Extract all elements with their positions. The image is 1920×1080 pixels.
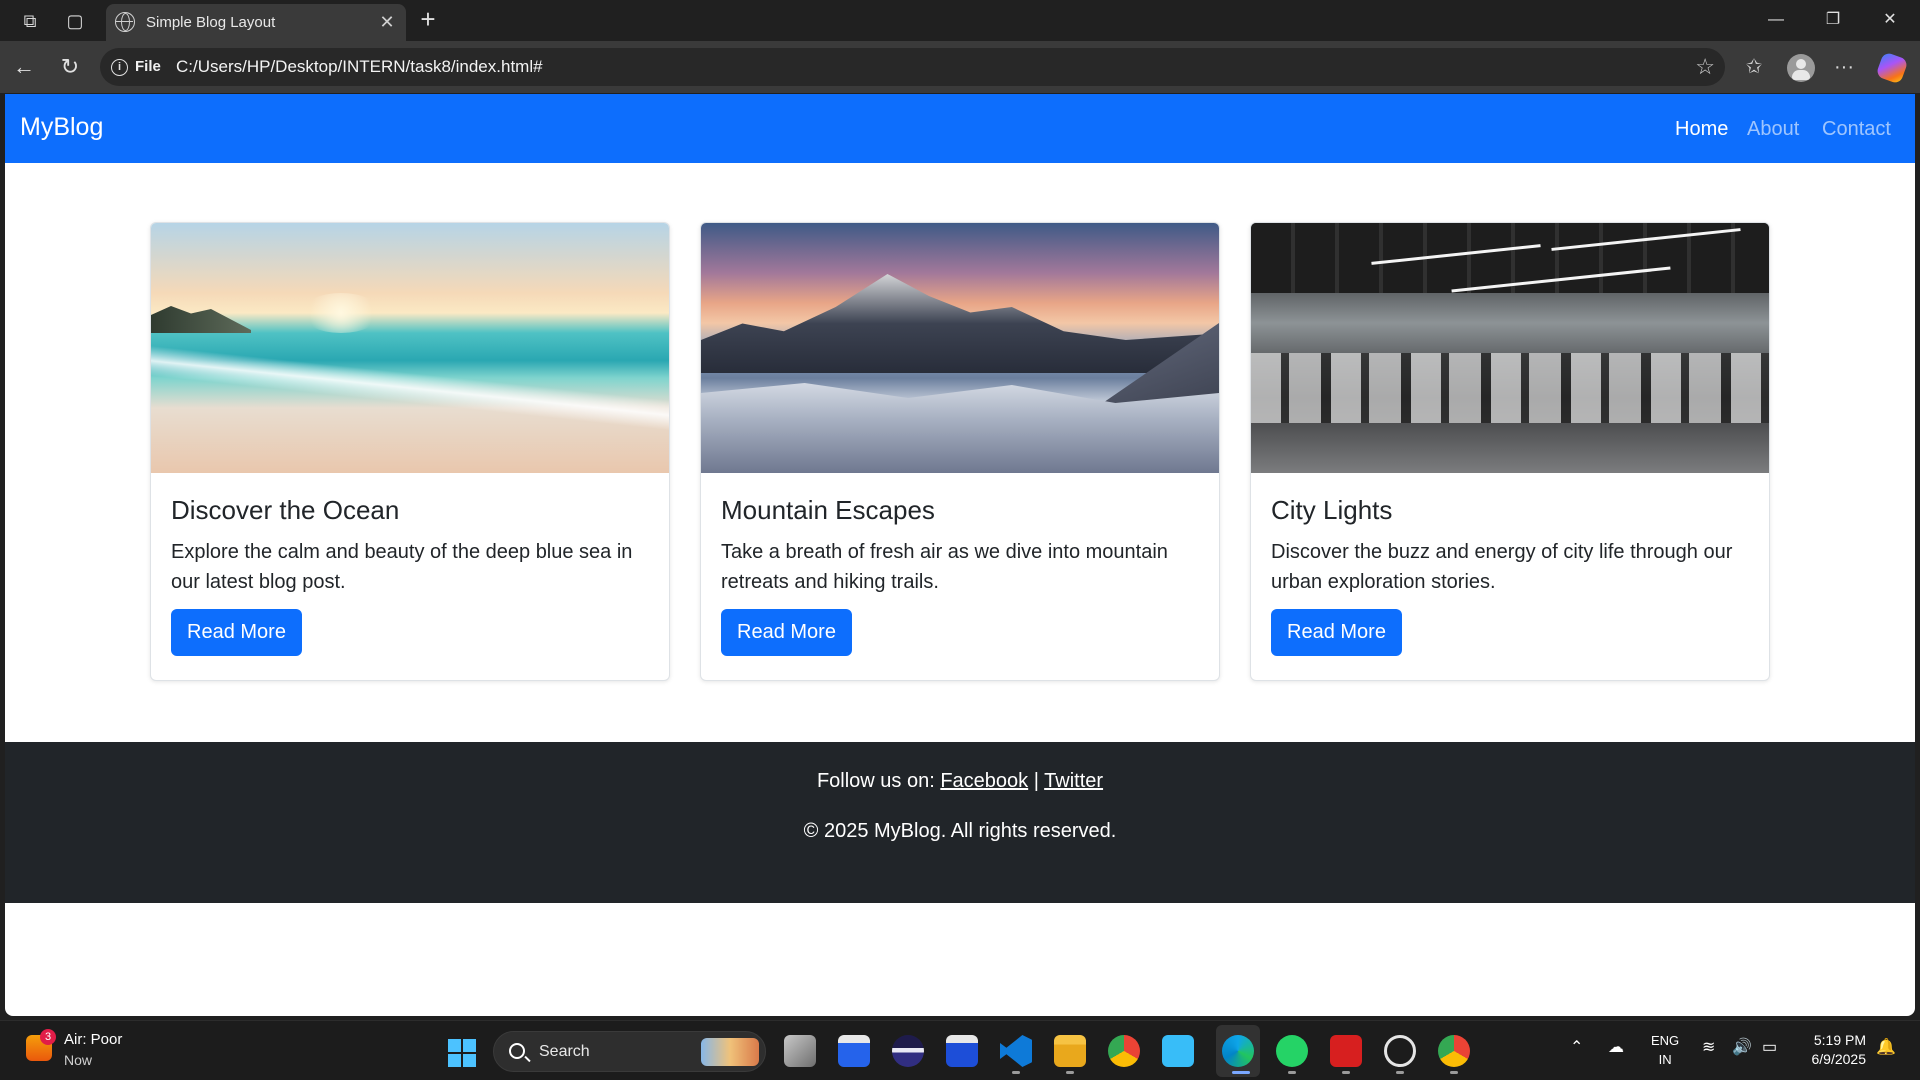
city-image — [1251, 223, 1769, 473]
read-more-button[interactable]: Read More — [171, 609, 302, 656]
store-window-icon[interactable] — [946, 1035, 978, 1067]
card-title: Discover the Ocean — [171, 495, 400, 525]
battery-icon[interactable]: ▭ — [1762, 1037, 1777, 1057]
file-explorer-icon[interactable] — [1054, 1035, 1086, 1067]
site-footer: Follow us on: Facebook | Twitter © 2025 … — [5, 742, 1915, 903]
vertical-tabs-icon[interactable]: ▢ — [62, 8, 88, 34]
follow-label: Follow us on: — [816, 770, 935, 792]
chatgpt-icon[interactable] — [1384, 1035, 1416, 1067]
weather-subtitle: Now — [64, 1052, 93, 1068]
nav-about[interactable]: About — [1747, 118, 1799, 141]
url-text[interactable]: C:/Users/HP/Desktop/INTERN/task8/index.h… — [176, 57, 543, 77]
info-icon[interactable]: i — [111, 59, 128, 76]
eclipse-icon[interactable] — [892, 1035, 924, 1067]
address-bar-row: ← ↻ i File C:/Users/HP/Desktop/INTERN/ta… — [0, 41, 1920, 93]
blog-card-city: City Lights Discover the buzz and energy… — [1250, 222, 1770, 681]
search-icon — [509, 1043, 525, 1059]
globe-icon — [115, 12, 135, 32]
language-code: ENG — [1651, 1033, 1680, 1048]
read-more-button[interactable]: Read More — [721, 609, 852, 656]
close-tab-icon[interactable]: ✕ — [376, 11, 398, 33]
card-title: City Lights — [1271, 495, 1393, 525]
browser-tab-bar: ⧉ ▢ Simple Blog Layout ✕ + — ❐ ✕ — [0, 0, 1920, 41]
search-highlight-image — [701, 1038, 759, 1066]
site-navbar: MyBlog Home About Contact — [5, 94, 1915, 163]
acrobat-icon[interactable] — [1330, 1035, 1362, 1067]
taskbar-search[interactable]: Search — [493, 1031, 766, 1072]
card-title: Mountain Escapes — [721, 495, 935, 525]
back-button[interactable]: ← — [10, 53, 38, 81]
region-code: IN — [1658, 1052, 1672, 1067]
workspaces-icon[interactable]: ⧉ — [17, 8, 43, 34]
task-view-icon[interactable] — [784, 1035, 816, 1067]
read-more-button[interactable]: Read More — [1271, 609, 1402, 656]
facebook-link[interactable]: Facebook — [940, 770, 1028, 792]
favorites-icon[interactable]: ✩ — [1740, 53, 1768, 81]
notepad-icon[interactable] — [1162, 1035, 1194, 1067]
card-text: Explore the calm and beauty of the deep … — [171, 541, 633, 593]
clock[interactable]: 5:19 PM 6/9/2025 — [1804, 1031, 1867, 1069]
clock-date: 6/9/2025 — [1811, 1051, 1867, 1067]
restore-button[interactable]: ❐ — [1813, 6, 1853, 34]
blog-card-ocean: Discover the Ocean Explore the calm and … — [150, 222, 670, 681]
vscode-icon[interactable] — [1000, 1035, 1032, 1067]
language-indicator[interactable]: ENG IN — [1651, 1031, 1679, 1069]
whatsapp-icon[interactable] — [1276, 1035, 1308, 1067]
follow-line: Follow us on: Facebook | Twitter — [5, 770, 1915, 793]
more-options-icon[interactable]: ··· — [1830, 53, 1858, 81]
footer-separator: | — [1033, 770, 1039, 792]
search-label: Search — [539, 1043, 590, 1060]
windows-taskbar: 3 Air: Poor Now Search ⌃ ☁ ENG IN ≋ 🔊 ▭ … — [0, 1020, 1920, 1080]
minimize-button[interactable]: — — [1756, 6, 1796, 34]
favorite-star-icon[interactable]: ☆ — [1695, 54, 1715, 80]
chrome-profile-icon[interactable] — [1438, 1035, 1470, 1067]
card-text: Discover the buzz and energy of city lif… — [1271, 541, 1733, 593]
chevron-up-icon[interactable]: ⌃ — [1570, 1037, 1583, 1057]
refresh-button[interactable]: ↻ — [56, 53, 84, 81]
browser-tab[interactable]: Simple Blog Layout ✕ — [106, 4, 406, 41]
edge-icon[interactable] — [1222, 1035, 1254, 1067]
nav-contact[interactable]: Contact — [1822, 118, 1891, 141]
start-button[interactable] — [448, 1039, 476, 1067]
clock-time: 5:19 PM — [1813, 1032, 1866, 1048]
chrome-icon[interactable] — [1108, 1035, 1140, 1067]
mountain-image — [701, 223, 1219, 473]
weather-title[interactable]: Air: Poor — [64, 1031, 122, 1048]
card-text: Take a breath of fresh air as we dive in… — [721, 541, 1168, 593]
wifi-icon[interactable]: ≋ — [1702, 1037, 1715, 1057]
ocean-image — [151, 223, 669, 473]
cloud-offline-icon[interactable]: ☁ — [1608, 1037, 1624, 1057]
page-viewport: MyBlog Home About Contact Discover the O… — [5, 94, 1915, 1016]
tab-title: Simple Blog Layout — [146, 14, 276, 31]
volume-icon[interactable]: 🔊 — [1732, 1037, 1752, 1057]
weather-badge: 3 — [40, 1029, 56, 1045]
app-window-icon[interactable] — [838, 1035, 870, 1067]
notification-bell-icon[interactable]: 🔔 — [1876, 1037, 1896, 1057]
blog-card-mountain: Mountain Escapes Take a breath of fresh … — [700, 222, 1220, 681]
close-window-button[interactable]: ✕ — [1870, 6, 1910, 34]
site-brand[interactable]: MyBlog — [20, 113, 103, 142]
url-scheme-label: File — [135, 58, 161, 75]
copyright-text: © 2025 MyBlog. All rights reserved. — [803, 820, 1117, 842]
twitter-link[interactable]: Twitter — [1044, 770, 1103, 792]
new-tab-button[interactable]: + — [414, 6, 442, 34]
profile-avatar[interactable] — [1787, 54, 1815, 82]
nav-home[interactable]: Home — [1675, 118, 1728, 141]
address-bar[interactable]: i File C:/Users/HP/Desktop/INTERN/task8/… — [100, 48, 1725, 86]
